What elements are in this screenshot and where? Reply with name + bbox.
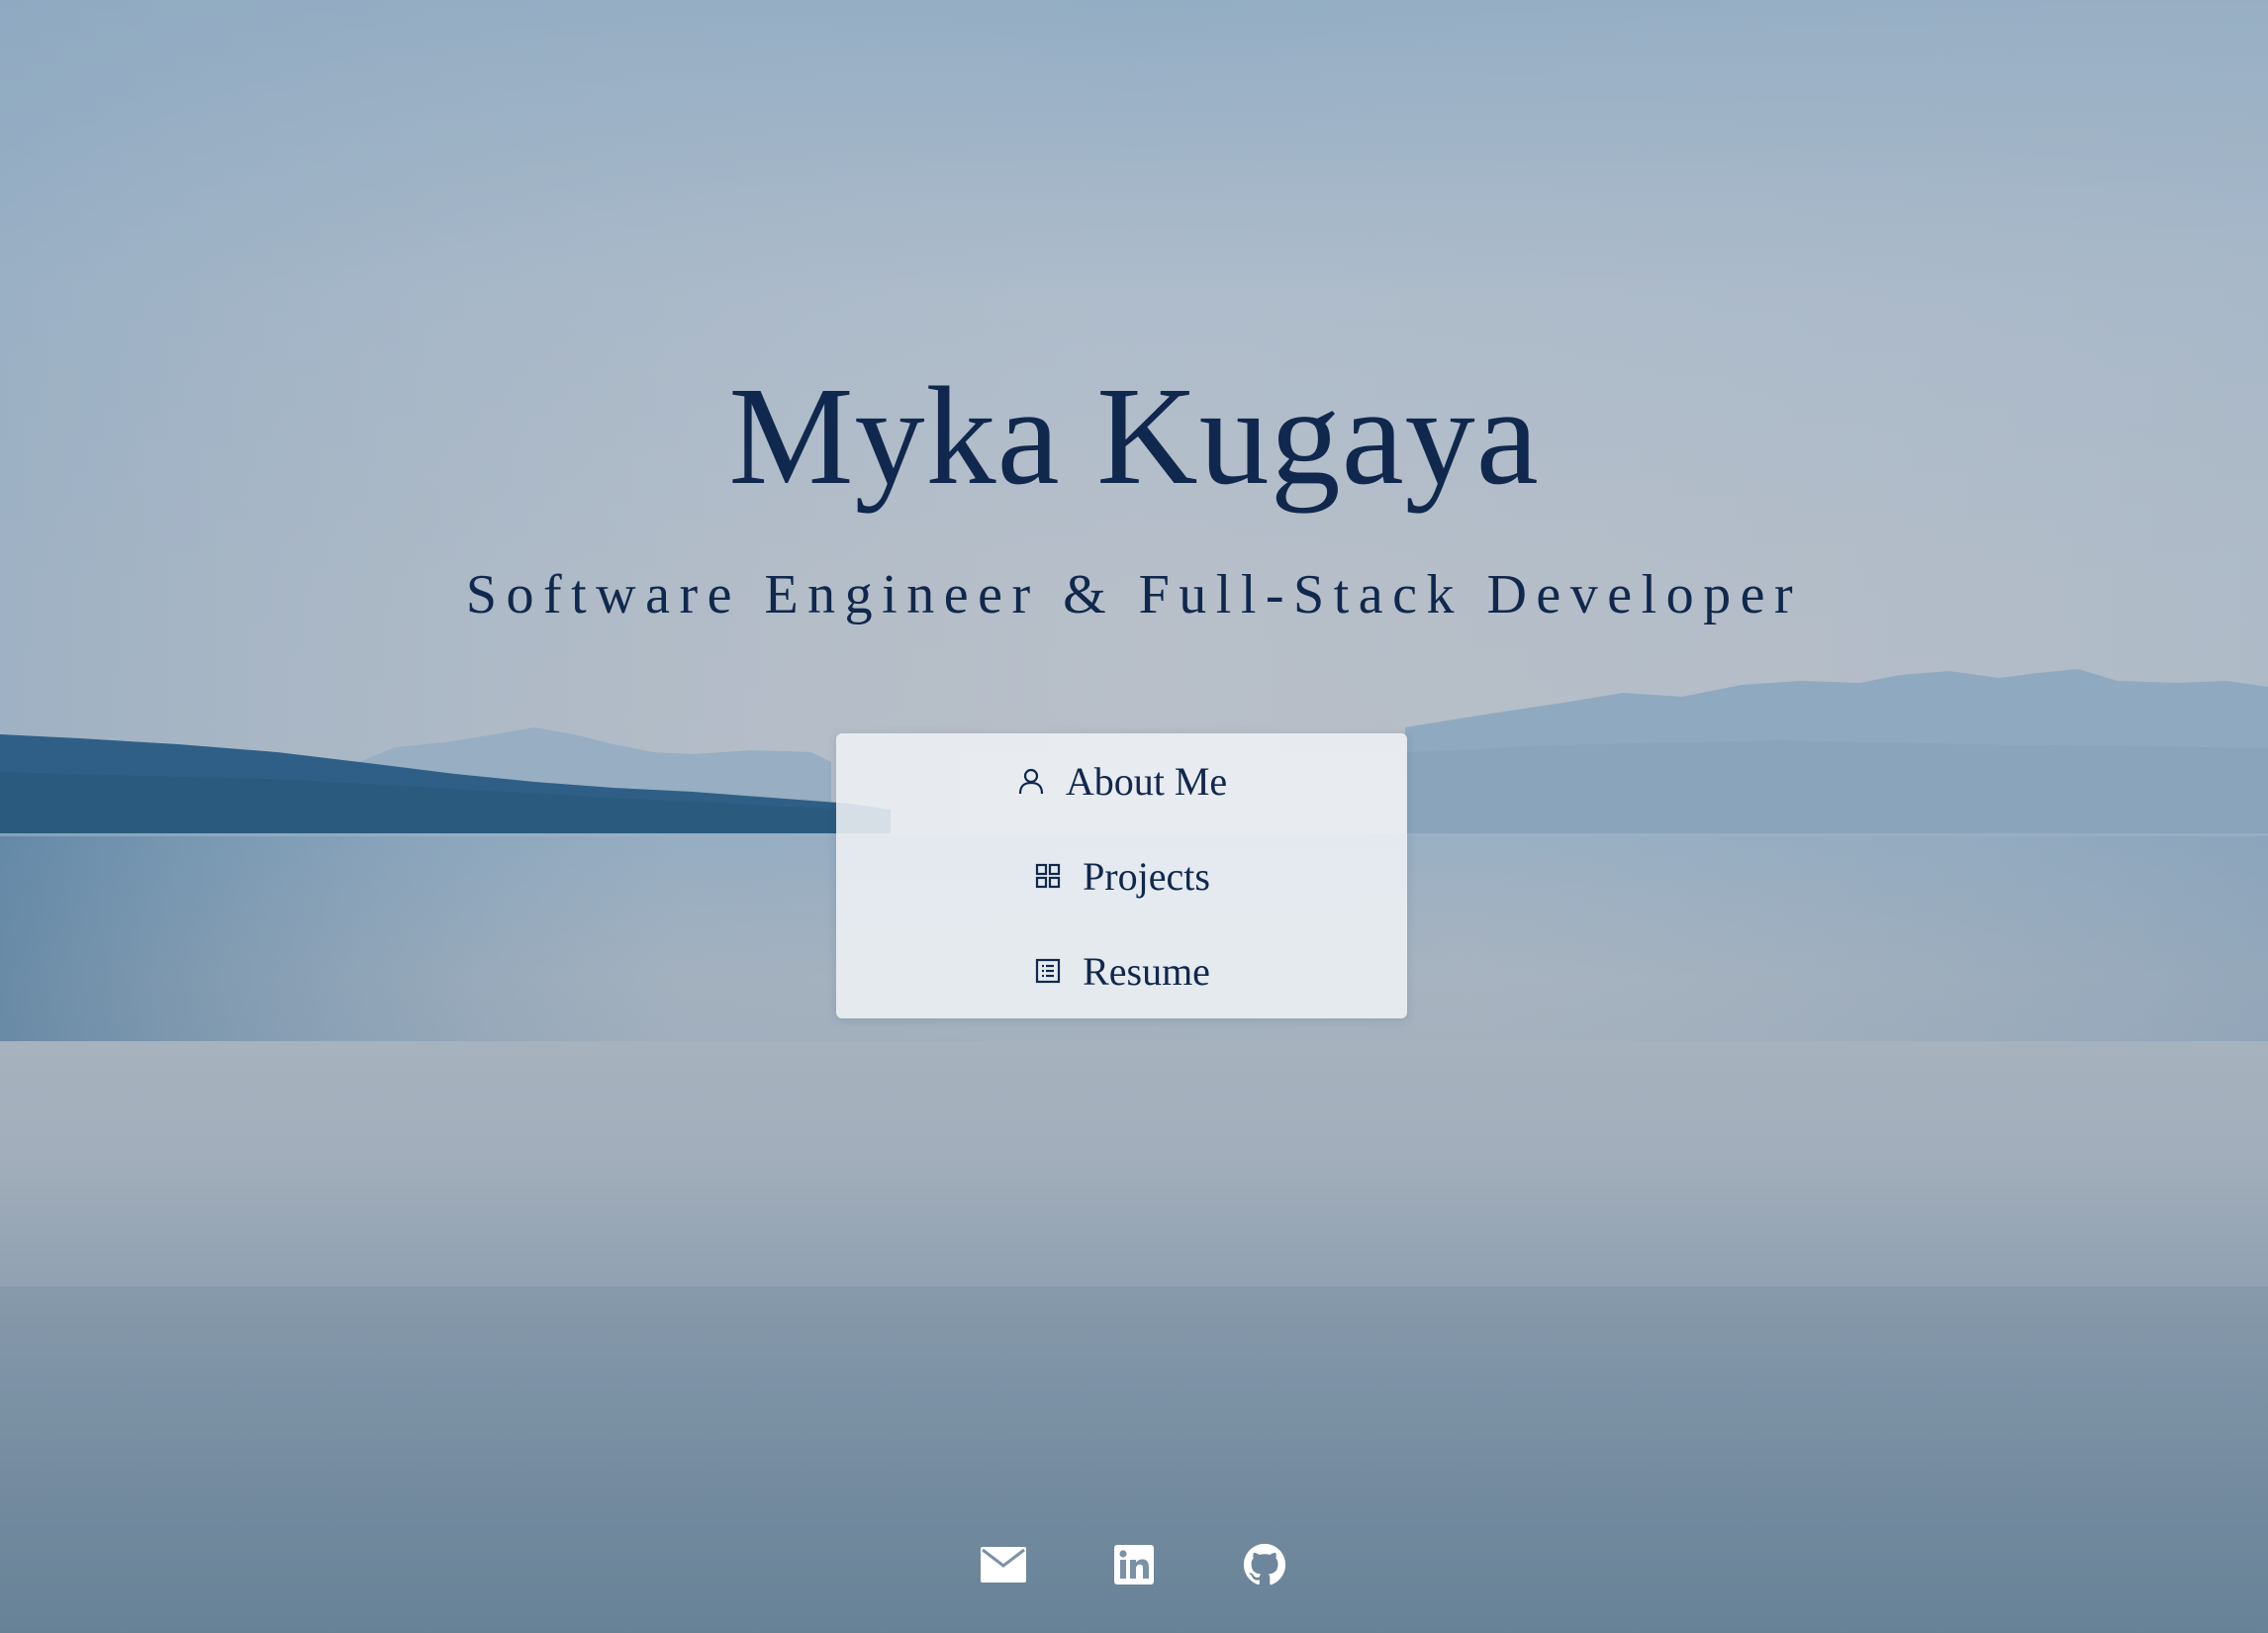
menu-item-label: Projects [1083,853,1210,899]
menu-item-label: Resume [1083,948,1210,994]
menu-item-label: About Me [1065,758,1228,804]
page-title: Myka Kugaya [728,357,1540,514]
list-icon [1033,956,1063,986]
linkedin-icon[interactable] [1110,1541,1158,1588]
navigation-menu: About Me Projects Resume [836,733,1407,1018]
hero-section: Myka Kugaya Software Engineer & Full-Sta… [0,0,2268,1633]
user-icon [1016,766,1046,796]
grid-icon [1033,861,1063,891]
social-links [0,1541,2268,1592]
page-subtitle: Software Engineer & Full-Stack Developer [465,564,1803,625]
menu-item-about-me[interactable]: About Me [836,733,1407,828]
menu-item-projects[interactable]: Projects [836,828,1407,923]
github-icon[interactable] [1241,1541,1288,1588]
menu-item-resume[interactable]: Resume [836,923,1407,1018]
mail-icon[interactable] [980,1541,1027,1588]
